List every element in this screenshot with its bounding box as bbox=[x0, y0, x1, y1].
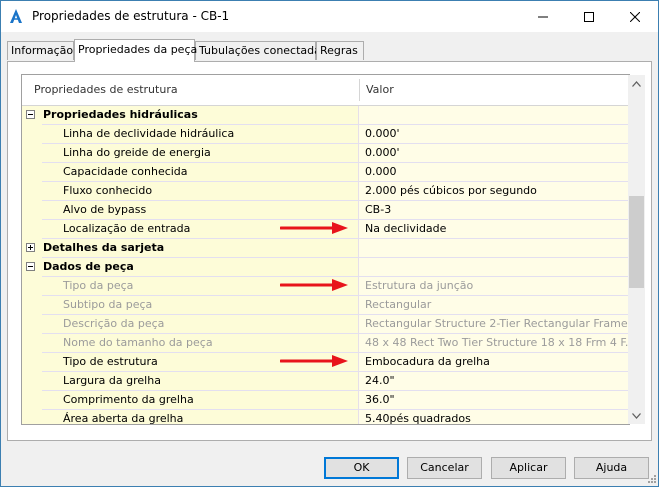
property-name: Descrição da peça bbox=[42, 315, 359, 334]
category-row[interactable]: Propriedades hidráulicas bbox=[22, 106, 629, 125]
category-label: Dados de peça bbox=[22, 258, 359, 277]
property-name: Alvo de bypass bbox=[42, 201, 359, 220]
tab-strip: Informação Propriedades da peça Tubulaçõ… bbox=[7, 39, 652, 62]
maximize-button[interactable] bbox=[566, 1, 612, 32]
property-value bbox=[359, 258, 629, 277]
row-gutter bbox=[22, 201, 42, 220]
category-label: Detalhes da sarjeta bbox=[22, 239, 359, 258]
cancel-button[interactable]: Cancelar bbox=[407, 457, 482, 479]
row-gutter bbox=[22, 296, 42, 315]
property-name: Largura da grelha bbox=[42, 372, 359, 391]
minimize-icon bbox=[538, 16, 548, 17]
row-gutter bbox=[22, 410, 42, 424]
header-property[interactable]: Propriedades de estrutura bbox=[34, 75, 178, 105]
row-gutter bbox=[22, 353, 42, 372]
property-row[interactable]: Comprimento da grelha 36.0" bbox=[22, 391, 629, 410]
row-gutter bbox=[22, 220, 42, 239]
property-value[interactable]: 2.000 pés cúbicos por segundo bbox=[359, 182, 629, 201]
help-button[interactable]: Ajuda bbox=[574, 457, 649, 479]
category-label: Propriedades hidráulicas bbox=[22, 106, 359, 125]
vertical-scrollbar[interactable] bbox=[628, 75, 645, 424]
property-row[interactable]: Linha de declividade hidráulica 0.000' bbox=[22, 125, 629, 144]
property-value[interactable]: Rectangular Structure 2-Tier Rectangular… bbox=[359, 315, 629, 334]
property-grid[interactable]: Propriedades de estrutura Valor Propried… bbox=[21, 74, 630, 425]
property-row[interactable]: Área aberta da grelha 5.40pés quadrados bbox=[22, 410, 629, 424]
property-value[interactable]: 0.000' bbox=[359, 125, 629, 144]
property-row[interactable]: Capacidade conhecida 0.000 bbox=[22, 163, 629, 182]
property-name: Comprimento da grelha bbox=[42, 391, 359, 410]
dialog-window: Propriedades de estrutura - CB-1 Informa… bbox=[0, 0, 659, 487]
header-separator[interactable] bbox=[359, 79, 360, 101]
tab-regras[interactable]: Regras bbox=[316, 41, 364, 60]
category-row[interactable]: Detalhes da sarjeta bbox=[22, 239, 629, 258]
red-arrow-icon bbox=[280, 355, 348, 367]
scroll-up-button[interactable] bbox=[628, 75, 645, 92]
row-gutter bbox=[22, 391, 42, 410]
apply-button[interactable]: Aplicar bbox=[491, 457, 566, 479]
chevron-up-icon bbox=[632, 80, 641, 87]
row-gutter bbox=[22, 125, 42, 144]
property-row[interactable]: Nome do tamanho da peça 48 x 48 Rect Two … bbox=[22, 334, 629, 353]
close-button[interactable] bbox=[612, 1, 658, 32]
red-arrow-icon bbox=[280, 222, 348, 234]
tab-propriedades-da-peca[interactable]: Propriedades da peça bbox=[74, 39, 197, 62]
property-value[interactable]: Rectangular bbox=[359, 296, 629, 315]
row-gutter bbox=[22, 277, 42, 296]
property-row[interactable]: Largura da grelha 24.0" bbox=[22, 372, 629, 391]
window-title: Propriedades de estrutura - CB-1 bbox=[32, 9, 230, 23]
property-name: Linha de declividade hidráulica bbox=[42, 125, 359, 144]
resize-grip-icon[interactable] bbox=[645, 474, 657, 486]
property-value[interactable]: 5.40pés quadrados bbox=[359, 410, 629, 424]
property-value bbox=[359, 239, 629, 258]
property-name: Nome do tamanho da peça bbox=[42, 334, 359, 353]
maximize-icon bbox=[584, 11, 594, 22]
red-arrow-icon bbox=[280, 279, 348, 291]
close-icon bbox=[630, 11, 640, 22]
row-gutter bbox=[22, 144, 42, 163]
property-value bbox=[359, 106, 629, 125]
header-value[interactable]: Valor bbox=[366, 75, 394, 105]
title-bar[interactable]: Propriedades de estrutura - CB-1 bbox=[1, 1, 658, 32]
property-name: Subtipo da peça bbox=[42, 296, 359, 315]
row-gutter bbox=[22, 163, 42, 182]
property-value[interactable]: 0.000' bbox=[359, 144, 629, 163]
property-name: Fluxo conhecido bbox=[42, 182, 359, 201]
property-name: Área aberta da grelha bbox=[42, 410, 359, 424]
property-value[interactable]: 36.0" bbox=[359, 391, 629, 410]
property-value[interactable]: CB-3 bbox=[359, 201, 629, 220]
property-row[interactable]: Subtipo da peça Rectangular bbox=[22, 296, 629, 315]
property-row[interactable]: Linha do greide de energia 0.000' bbox=[22, 144, 629, 163]
minimize-button[interactable] bbox=[520, 1, 566, 32]
property-row[interactable]: Fluxo conhecido 2.000 pés cúbicos por seg… bbox=[22, 182, 629, 201]
chevron-down-icon bbox=[632, 412, 641, 419]
property-row[interactable]: Descrição da peça Rectangular Structure 2… bbox=[22, 315, 629, 334]
property-name: Linha do greide de energia bbox=[42, 144, 359, 163]
grid-header: Propriedades de estrutura Valor bbox=[22, 75, 629, 106]
property-value[interactable]: Na declividade bbox=[359, 220, 629, 239]
tab-tubulacoes-conectadas[interactable]: Tubulações conectadas bbox=[195, 41, 327, 60]
row-gutter bbox=[22, 334, 42, 353]
property-row[interactable]: Alvo de bypass CB-3 bbox=[22, 201, 629, 220]
app-logo-icon bbox=[8, 7, 24, 25]
property-value[interactable]: 48 x 48 Rect Two Tier Structure 18 x 18 … bbox=[359, 334, 629, 353]
property-value[interactable]: 24.0" bbox=[359, 372, 629, 391]
collapse-icon[interactable] bbox=[26, 262, 35, 271]
property-name: Capacidade conhecida bbox=[42, 163, 359, 182]
expand-icon[interactable] bbox=[26, 243, 35, 252]
scroll-down-button[interactable] bbox=[628, 407, 645, 424]
property-value[interactable]: 0.000 bbox=[359, 163, 629, 182]
scroll-thumb[interactable] bbox=[629, 196, 644, 288]
property-value[interactable]: Estrutura da junção bbox=[359, 277, 629, 296]
property-value[interactable]: Embocadura da grelha bbox=[359, 353, 629, 372]
ok-button[interactable]: OK bbox=[324, 457, 399, 479]
tab-informacao[interactable]: Informação bbox=[7, 41, 74, 60]
row-gutter bbox=[22, 372, 42, 391]
category-row[interactable]: Dados de peça bbox=[22, 258, 629, 277]
row-gutter bbox=[22, 182, 42, 201]
row-gutter bbox=[22, 315, 42, 334]
collapse-icon[interactable] bbox=[26, 110, 35, 119]
